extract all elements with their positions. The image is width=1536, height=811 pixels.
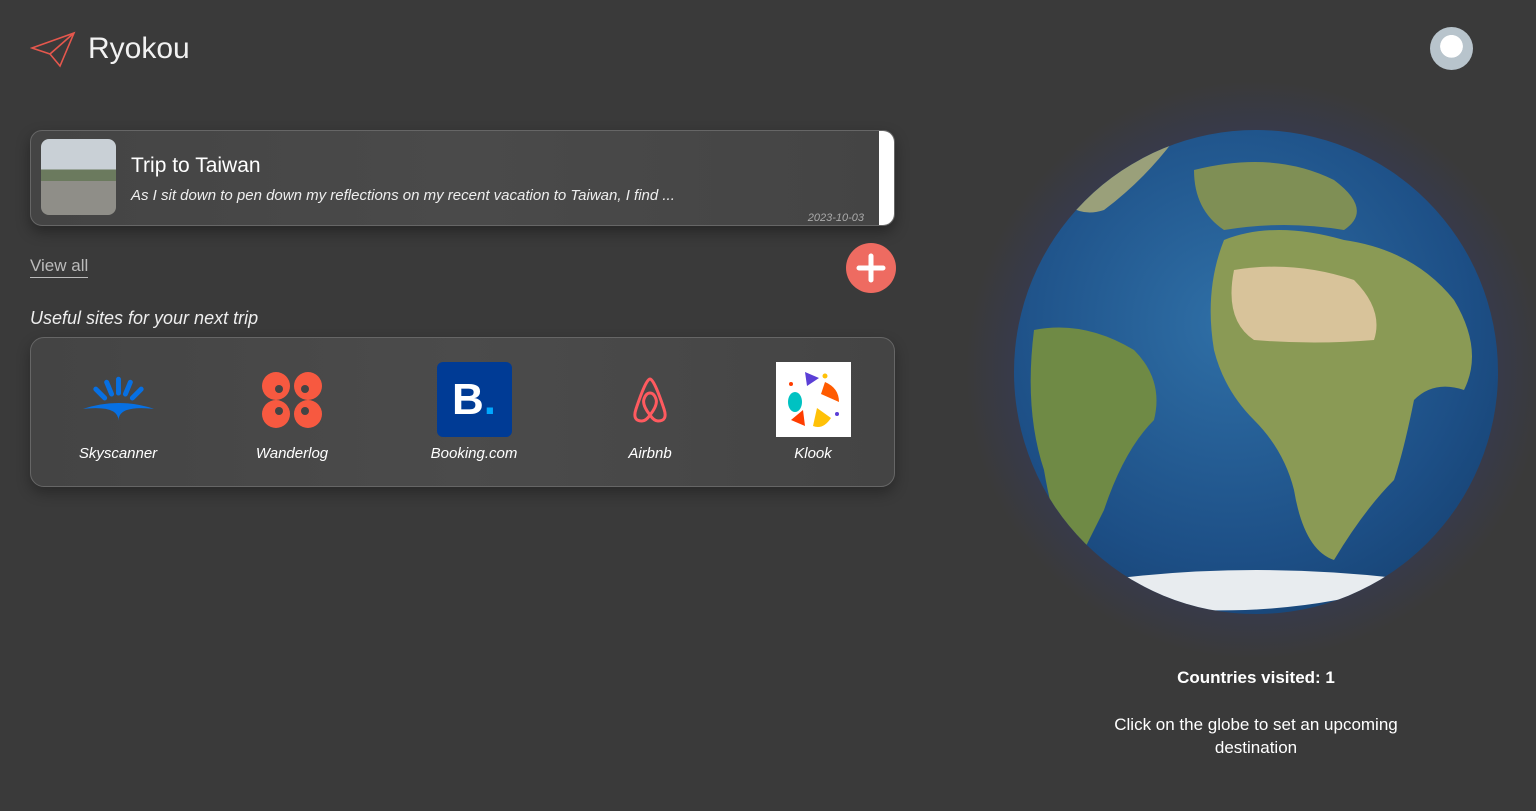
add-trip-button[interactable] [846, 243, 896, 293]
paper-plane-icon [30, 31, 76, 68]
sites-heading: Useful sites for your next trip [30, 308, 259, 328]
view-all-link[interactable]: View all [30, 256, 89, 278]
trip-date: 2023-10-03 [807, 212, 864, 224]
scrollbar[interactable] [879, 131, 894, 225]
wanderlog-icon [262, 371, 322, 428]
airbnb-icon [633, 376, 667, 423]
site-skyscanner[interactable]: Skyscanner [58, 362, 178, 462]
trip-title: Trip to Taiwan [131, 154, 261, 177]
site-wanderlog[interactable]: Wanderlog [232, 362, 352, 462]
trip-thumbnail [41, 139, 116, 215]
site-klook[interactable]: Klook [753, 362, 873, 462]
useful-sites-panel: Skyscanner Wanderlog B. Booking.com Airb… [30, 337, 895, 487]
countries-visited: Countries visited: 1 [1177, 668, 1335, 687]
site-airbnb[interactable]: Airbnb [590, 362, 710, 462]
globe-map [1030, 140, 1472, 611]
trip-card[interactable]: Trip to Taiwan As I sit down to pen down… [30, 130, 895, 226]
site-booking[interactable]: B. Booking.com [414, 362, 534, 462]
avatar[interactable] [1430, 27, 1473, 70]
skyscanner-icon [82, 376, 154, 421]
klook-icon [788, 371, 839, 427]
booking-icon: B. [451, 374, 496, 424]
app-logo[interactable]: Ryokou [30, 30, 190, 68]
globe-hint: Click on the globe to set an upcoming de… [1114, 715, 1398, 757]
app-name: Ryokou [88, 32, 190, 65]
trip-excerpt: As I sit down to pen down my reflections… [131, 187, 675, 204]
plus-icon [856, 253, 886, 283]
globe[interactable] [1014, 130, 1498, 614]
